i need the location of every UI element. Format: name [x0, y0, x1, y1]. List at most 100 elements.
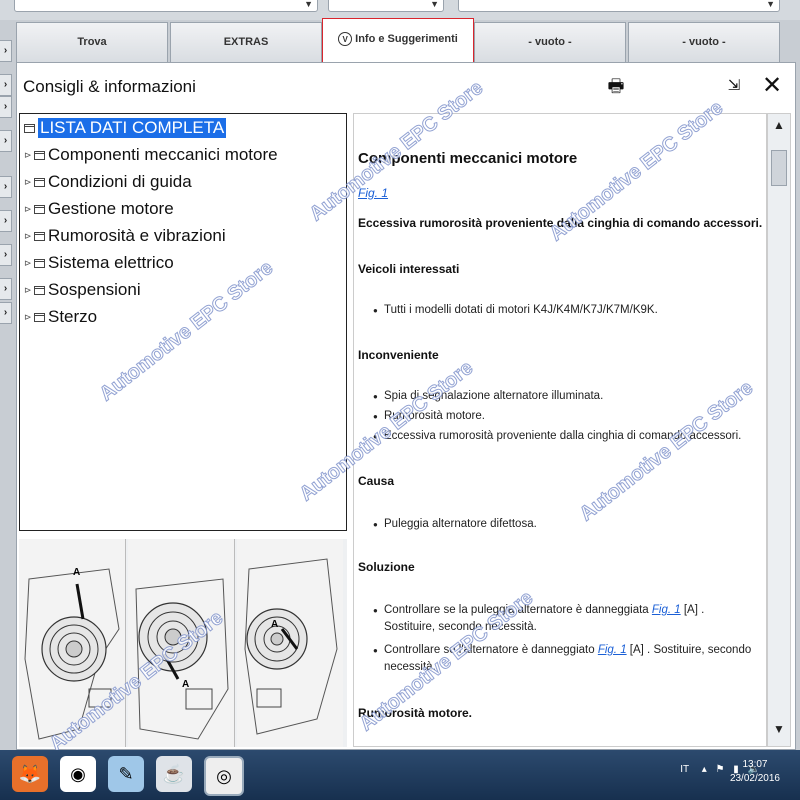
figure-thumbnails: A A A	[19, 539, 347, 747]
tree-item-lista-dati[interactable]: LISTA DATI COMPLETA	[24, 116, 227, 140]
tree-item-rumorosita[interactable]: ⊳ Rumorosità e vibrazioni	[24, 224, 226, 248]
tree-item-condizioni[interactable]: ⊳ Condizioni di guida	[24, 170, 192, 194]
expand-icon[interactable]: ⊳	[24, 177, 34, 188]
causa-item: Puleggia alternatore difettosa.	[373, 516, 754, 533]
tab-vuoto-2[interactable]: - vuoto -	[628, 22, 780, 62]
fig-link[interactable]: Fig. 1	[652, 604, 681, 616]
document-icon	[34, 204, 45, 214]
inconveniente-item: Rumorosità motore.	[373, 408, 754, 425]
tree-item-sistema-elettrico[interactable]: ⊳ Sistema elettrico	[24, 251, 174, 275]
document-icon	[34, 312, 45, 322]
info-content: Componenti meccanici motore Fig. 1 Ecces…	[353, 113, 767, 747]
tree-item-componenti[interactable]: ⊳ Componenti meccanici motore	[24, 143, 278, 167]
veicoli-item: Tutti i modelli dotati di motori K4J/K4M…	[373, 302, 754, 319]
side-expand-button[interactable]: ›	[0, 96, 12, 118]
tab-extras[interactable]: EXTRAS	[170, 22, 322, 62]
chrome-icon[interactable]: ◉	[60, 756, 96, 792]
fig-link[interactable]: Fig. 1	[598, 644, 627, 656]
document-icon	[34, 231, 45, 241]
fig-link[interactable]: Fig. 1	[358, 186, 388, 200]
figure-alternator-3[interactable]: A	[237, 539, 343, 747]
tree-item-label: Condizioni di guida	[48, 172, 192, 191]
print-icon[interactable]: 🖶	[605, 73, 627, 99]
expand-icon[interactable]: ⊳	[24, 204, 34, 215]
topic-tree: LISTA DATI COMPLETA ⊳ Componenti meccani…	[19, 113, 347, 531]
document-icon	[34, 177, 45, 187]
side-expand-button[interactable]: ›	[0, 210, 12, 232]
inconveniente-item: Spia di segnalazione alternatore illumin…	[373, 388, 754, 405]
tree-item-label: Rumorosità e vibrazioni	[48, 226, 226, 245]
figure-alternator-2[interactable]: A	[128, 539, 235, 747]
tree-item-label: Sospensioni	[48, 280, 141, 299]
tab-info-suggerimenti[interactable]: V Info e Suggerimenti	[322, 18, 474, 62]
flag-icon[interactable]: ⚑	[716, 764, 725, 775]
document-icon	[34, 258, 45, 268]
java-icon[interactable]: ☕	[156, 756, 192, 792]
dropdown-arrow-icon[interactable]: ▼	[304, 0, 313, 13]
tree-item-label: Componenti meccanici motore	[48, 145, 278, 164]
side-expand-button[interactable]: ›	[0, 244, 12, 266]
top-field-middle[interactable]: ▼	[328, 0, 444, 12]
expand-icon[interactable]: ⊳	[24, 285, 34, 296]
side-expand-button[interactable]: ›	[0, 40, 12, 62]
clock-time: 13:07	[742, 759, 768, 770]
side-expand-button[interactable]: ›	[0, 176, 12, 198]
tab-trova[interactable]: Trova	[16, 22, 168, 62]
tab-label: EXTRAS	[223, 36, 269, 48]
language-indicator[interactable]: IT	[680, 764, 689, 775]
side-expand-button[interactable]: ›	[0, 302, 12, 324]
tree-item-sterzo[interactable]: ⊳ Sterzo	[24, 305, 97, 329]
tree-item-label: Sterzo	[48, 307, 98, 326]
tray-arrow-icon[interactable]: ▴	[702, 764, 707, 775]
document-icon	[24, 123, 35, 133]
close-icon[interactable]: ✕	[761, 73, 783, 99]
section-title-rumorosita: Rumorosità motore.	[358, 706, 473, 720]
tab-vuoto-1[interactable]: - vuoto -	[474, 22, 626, 62]
windows-taskbar: 🦊 ◉ ✎ ☕ ◎ IT ▴ ⚑ ▮ 🔈 13:07 23/02/2016	[0, 750, 800, 800]
tab-label: Trova	[77, 36, 107, 48]
tab-label: - vuoto -	[528, 36, 572, 48]
detach-window-icon[interactable]: ⇲	[723, 73, 745, 99]
scroll-down-icon[interactable]: ▼	[768, 722, 790, 742]
tab-label: - vuoto -	[682, 36, 726, 48]
top-toolbar: ▼ ▼ ▼	[0, 0, 800, 20]
expand-icon[interactable]: ⊳	[24, 312, 34, 323]
content-scrollbar[interactable]: ▲ ▼	[767, 113, 791, 747]
expand-icon[interactable]: ⊳	[24, 150, 34, 161]
section-title-veicoli: Veicoli interessati	[358, 262, 460, 276]
expand-icon[interactable]: ⊳	[24, 231, 34, 242]
firefox-icon[interactable]: 🦊	[12, 756, 48, 792]
taskbar-clock[interactable]: 13:07 23/02/2016	[730, 758, 780, 786]
tree-item-label: Gestione motore	[48, 199, 174, 218]
page-title: Consigli & informazioni	[23, 77, 196, 96]
issue-summary: Eccessiva rumorosità proveniente dalla c…	[358, 216, 763, 230]
document-icon	[34, 150, 45, 160]
content-heading: Componenti meccanici motore	[358, 150, 578, 167]
side-expand-button[interactable]: ›	[0, 278, 12, 300]
soluzione-text: Controllare se la puleggia alternatore è…	[384, 604, 649, 616]
scroll-up-icon[interactable]: ▲	[768, 118, 790, 138]
figure-alternator-1[interactable]: A	[19, 539, 126, 747]
soluzione-text: Controllare se l'alternatore è danneggia…	[384, 644, 595, 656]
tree-item-gestione[interactable]: ⊳ Gestione motore	[24, 197, 174, 221]
dropdown-arrow-icon[interactable]: ▼	[766, 0, 775, 13]
tab-label: Info e Suggerimenti	[355, 33, 458, 45]
figure-label: A	[182, 679, 190, 690]
clock-date: 23/02/2016	[729, 773, 780, 784]
side-expand-button[interactable]: ›	[0, 130, 12, 152]
diagnostic-app-icon[interactable]: ◎	[204, 756, 244, 796]
notes-app-icon[interactable]: ✎	[108, 756, 144, 792]
dropdown-arrow-icon[interactable]: ▼	[430, 0, 439, 13]
tree-item-sospensioni[interactable]: ⊳ Sospensioni	[24, 278, 141, 302]
top-field-left[interactable]: ▼	[14, 0, 318, 12]
expand-icon[interactable]: ⊳	[24, 258, 34, 269]
side-expand-button[interactable]: ›	[0, 74, 12, 96]
section-title-causa: Causa	[358, 474, 395, 488]
tree-item-label: Sistema elettrico	[48, 253, 174, 272]
brand-logo-icon: V	[338, 32, 353, 46]
top-field-right[interactable]: ▼	[458, 0, 780, 12]
soluzione-item: Controllare se la puleggia alternatore è…	[373, 602, 754, 636]
scroll-thumb[interactable]	[771, 150, 787, 186]
section-title-inconveniente: Inconveniente	[358, 348, 439, 362]
tree-item-label: LISTA DATI COMPLETA	[38, 118, 227, 138]
